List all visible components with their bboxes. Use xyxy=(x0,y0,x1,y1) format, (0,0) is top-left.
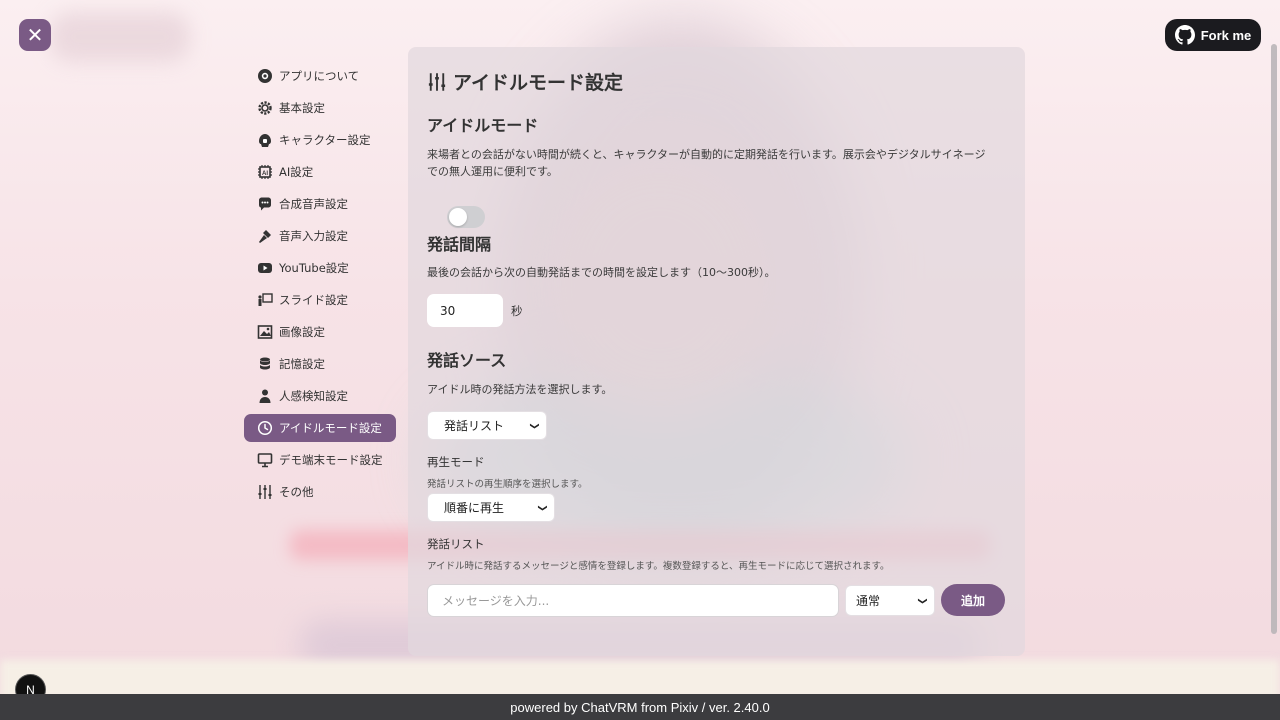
sidebar-item-character[interactable]: キャラクター設定 xyxy=(244,126,396,154)
interval-heading: 発話間隔 xyxy=(427,235,492,254)
sidebar-item-label: アプリについて xyxy=(279,69,360,83)
emotion-select-value: 通常 xyxy=(856,594,881,608)
idle-mode-toggle[interactable] xyxy=(447,206,485,228)
sidebar-item-demo-terminal[interactable]: デモ端末モード設定 xyxy=(244,446,396,474)
chevron-down-icon: ❯ xyxy=(537,503,548,512)
footer-text: powered by ChatVRM from Pixiv / ver. 2.4… xyxy=(510,699,770,715)
sidebar-item-youtube[interactable]: YouTube設定 xyxy=(244,254,396,282)
sidebar-item-label: 人感検知設定 xyxy=(279,389,348,403)
sliders-icon xyxy=(428,72,446,91)
fork-me-button[interactable]: Fork me xyxy=(1165,19,1261,51)
fork-me-label: Fork me xyxy=(1200,27,1252,43)
playback-description: 発話リストの再生順序を選択します。 xyxy=(427,479,588,490)
idle-mode-desc-line2: での無人運用に便利です。 xyxy=(427,165,558,178)
close-button[interactable]: ✕ xyxy=(19,19,51,51)
sidebar-item-presence[interactable]: 人感検知設定 xyxy=(244,382,396,410)
sidebar-item-image[interactable]: 画像設定 xyxy=(244,318,396,346)
sidebar-item-basic[interactable]: 基本設定 xyxy=(244,94,396,122)
sidebar-item-about[interactable]: アプリについて xyxy=(244,62,396,90)
clock-icon xyxy=(257,420,273,436)
idle-mode-heading: アイドルモード xyxy=(427,116,539,135)
sidebar-item-label: YouTube設定 xyxy=(279,261,349,275)
source-description: アイドル時の発話方法を選択します。 xyxy=(427,383,613,396)
youtube-icon xyxy=(257,260,273,276)
sidebar-item-voice-input[interactable]: 音声入力設定 xyxy=(244,222,396,250)
github-icon xyxy=(1174,25,1195,45)
ai-chip-icon: AI xyxy=(257,164,273,180)
database-icon xyxy=(257,356,273,372)
source-select[interactable]: 発話リスト ❯ xyxy=(427,411,547,440)
chevron-down-icon: ❯ xyxy=(529,421,540,430)
sliders-icon xyxy=(257,484,273,500)
slide-icon xyxy=(257,292,273,308)
source-select-value: 発話リスト xyxy=(444,419,505,433)
interval-input[interactable] xyxy=(427,294,503,327)
list-label: 発話リスト xyxy=(427,537,485,551)
page-title: アイドルモード設定 xyxy=(427,68,623,95)
gear-icon xyxy=(257,100,273,116)
idle-mode-description: 来場者との会話がない時間が続くと、キャラクターが自動的に定期発話を行います。展示… xyxy=(427,146,1017,180)
character-icon xyxy=(257,132,273,148)
playback-label: 再生モード xyxy=(427,455,485,469)
playback-select-value: 順番に再生 xyxy=(444,501,505,515)
sidebar-item-ai[interactable]: AI AI設定 xyxy=(244,158,396,186)
sidebar-item-tts[interactable]: 合成音声設定 xyxy=(244,190,396,218)
sidebar-item-label: キャラクター設定 xyxy=(279,133,371,147)
sidebar-item-label: アイドルモード設定 xyxy=(279,421,382,435)
sidebar-item-label: その他 xyxy=(279,485,314,499)
chevron-down-icon: ❯ xyxy=(917,596,928,605)
sidebar-item-slide[interactable]: スライド設定 xyxy=(244,286,396,314)
sidebar-item-label: 画像設定 xyxy=(279,325,325,339)
person-icon xyxy=(257,388,273,404)
microphone-icon xyxy=(257,228,273,244)
source-heading: 発話ソース xyxy=(427,351,507,370)
add-button-label: 追加 xyxy=(960,593,985,608)
sidebar-item-label: 音声入力設定 xyxy=(279,229,348,243)
footer: powered by ChatVRM from Pixiv / ver. 2.4… xyxy=(0,694,1280,720)
svg-text:AI: AI xyxy=(262,171,268,177)
page-title-text: アイドルモード設定 xyxy=(453,72,624,94)
x-icon: ✕ xyxy=(26,23,44,47)
sidebar-item-label: スライド設定 xyxy=(279,293,348,307)
sidebar-item-other[interactable]: その他 xyxy=(244,478,396,506)
info-icon xyxy=(257,68,273,84)
idle-mode-desc-line1: 来場者との会話がない時間が続くと、キャラクターが自動的に定期発話を行います。展示… xyxy=(427,148,986,161)
emotion-select[interactable]: 通常 ❯ xyxy=(845,585,935,616)
interval-unit: 秒 xyxy=(511,304,523,318)
sidebar-item-label: デモ端末モード設定 xyxy=(279,453,383,467)
sidebar-item-memory[interactable]: 記憶設定 xyxy=(244,350,396,378)
scrollbar[interactable] xyxy=(1271,44,1277,634)
sidebar-item-idle-mode[interactable]: アイドルモード設定 xyxy=(244,414,396,442)
add-button[interactable]: 追加 xyxy=(941,584,1005,616)
playback-select[interactable]: 順番に再生 ❯ xyxy=(427,493,555,522)
sidebar-item-label: 記憶設定 xyxy=(279,357,325,371)
sidebar-item-label: AI設定 xyxy=(279,165,314,179)
list-description: アイドル時に発話するメッセージと感情を登録します。複数登録すると、再生モードに応… xyxy=(427,561,890,572)
message-input[interactable]: メッセージを入力... xyxy=(427,584,839,617)
settings-panel: アイドルモード設定 アイドルモード 来場者との会話がない時間が続くと、キャラクタ… xyxy=(408,47,1025,656)
sidebar-item-label: 合成音声設定 xyxy=(279,197,348,211)
interval-description: 最後の会話から次の自動発話までの時間を設定します（10〜300秒）。 xyxy=(427,266,776,279)
monitor-icon xyxy=(257,452,273,468)
image-icon xyxy=(257,324,273,340)
speech-bubble-icon xyxy=(257,196,273,212)
sidebar-item-label: 基本設定 xyxy=(279,101,325,115)
message-input-placeholder: メッセージを入力... xyxy=(442,594,550,608)
toggle-knob xyxy=(449,208,467,226)
settings-sidebar: アプリについて 基本設定 キャラクター設定 AI AI設定 合成音声設定 音声入… xyxy=(244,62,396,510)
